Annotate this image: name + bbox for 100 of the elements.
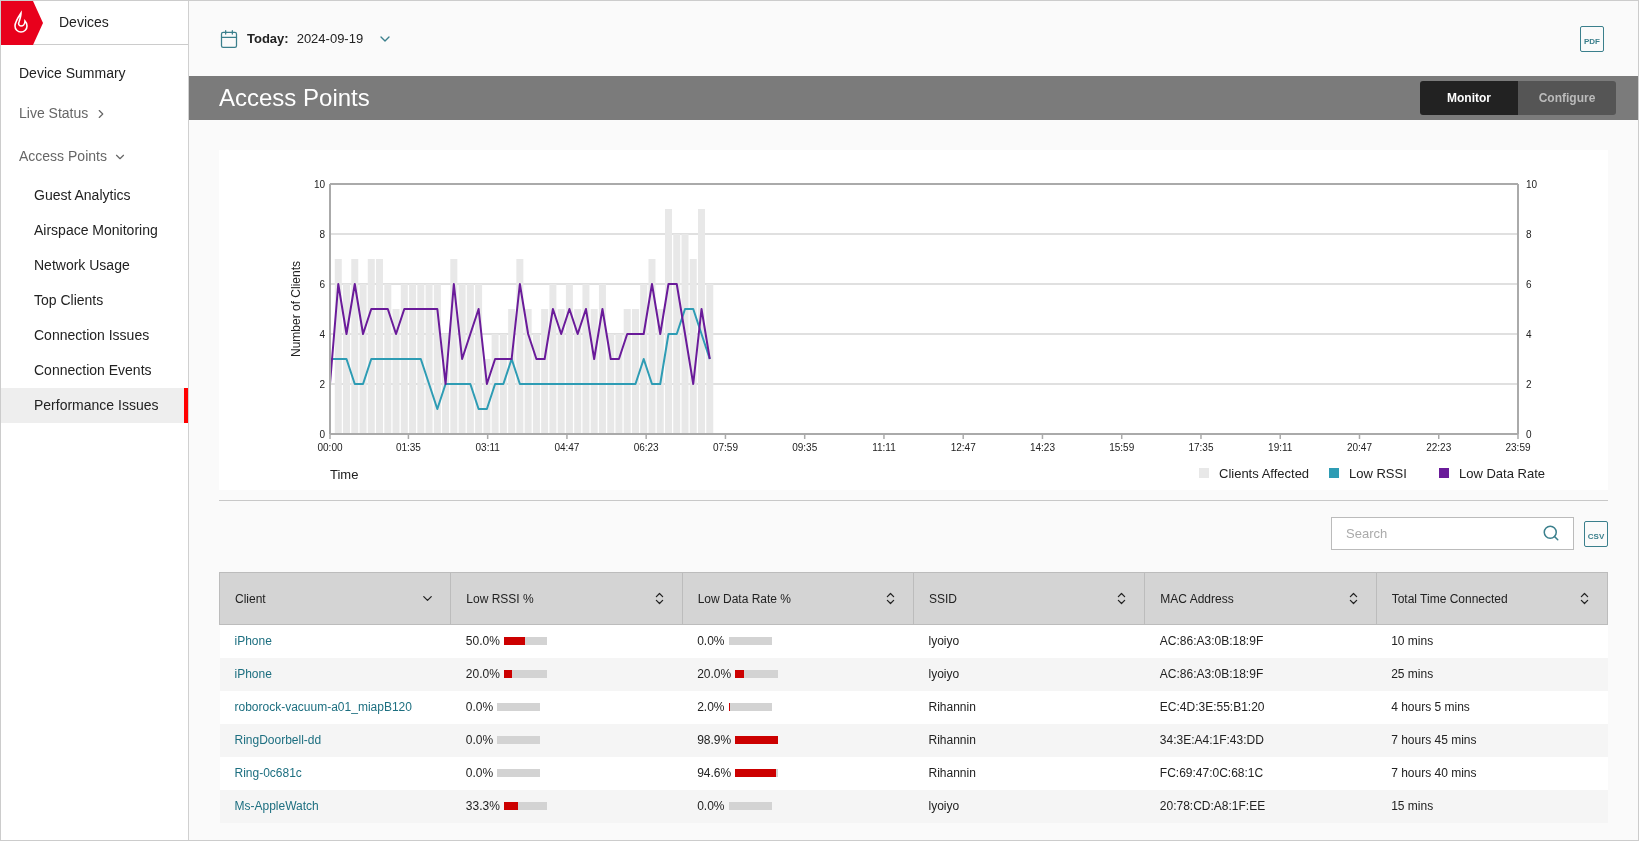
column-header[interactable]: SSID <box>913 572 1145 625</box>
x-tick-label: 01:35 <box>395 442 421 453</box>
column-header[interactable]: Low RSSI % <box>450 572 683 625</box>
x-tick-label: 03:11 <box>475 442 500 453</box>
table-cell: 34:3E:A4:1F:43:DD <box>1144 723 1377 757</box>
x-axis-label: Time <box>330 467 359 482</box>
x-tick-label: 14:23 <box>1029 442 1055 453</box>
sidebar-item[interactable]: Top Clients <box>1 283 188 318</box>
legend-item: Low RSSI <box>1329 466 1407 481</box>
x-tick-label: 07:59 <box>712 442 738 453</box>
legend-label: Low RSSI <box>1349 466 1407 481</box>
x-tick-label: 20:47 <box>1346 442 1372 453</box>
percent-text: 50.0% <box>465 633 500 651</box>
y-tick-label: 0 <box>319 429 325 440</box>
search-icon <box>1542 524 1560 542</box>
table-cell: 7 hours 45 mins <box>1376 723 1608 757</box>
x-tick-label: 00:00 <box>317 442 343 453</box>
percent-text: 0.0% <box>465 765 494 782</box>
sidebar-group[interactable]: Live Status <box>1 92 188 135</box>
client-link[interactable]: iPhone <box>234 667 272 681</box>
table-cell: Rihannin <box>913 690 1145 724</box>
page-title: Access Points <box>219 83 370 113</box>
client-link[interactable]: Ring-0c681c <box>234 766 302 780</box>
column-header[interactable]: Total Time Connected <box>1376 572 1608 625</box>
percent-text: 0.0% <box>697 633 725 651</box>
legend-label: Low Data Rate <box>1459 466 1545 481</box>
date-picker[interactable]: Today: 2024-09-19 <box>219 28 394 49</box>
table-cell: 7 hours 40 mins <box>1376 756 1608 790</box>
x-tick-label: 17:35 <box>1188 442 1214 453</box>
sidebar-item[interactable]: Connection Events <box>1 353 188 388</box>
legend-item: Clients Affected <box>1199 466 1310 481</box>
table-cell: 15 mins <box>1376 789 1608 823</box>
percent-text: 98.9% <box>697 732 732 749</box>
y-axis-label: Number of Clients <box>289 261 303 357</box>
legend-label: Clients Affected <box>1219 466 1310 481</box>
sidebar-group[interactable]: Access Points <box>1 135 188 178</box>
mode-tab[interactable]: Configure <box>1518 81 1616 115</box>
y-tick-label: 8 <box>319 229 325 240</box>
client-link[interactable]: roborock-vacuum-a01_miapB120 <box>234 700 412 714</box>
client-link[interactable]: Ms-AppleWatch <box>234 799 319 813</box>
table-cell: 4 hours 5 mins <box>1376 690 1608 724</box>
x-tick-label: 11:11 <box>872 442 896 453</box>
column-header[interactable]: Client <box>219 572 451 625</box>
table-cell: 25 mins <box>1376 657 1608 691</box>
sidebar-item[interactable]: Device Summary <box>1 55 188 92</box>
table-cell: 20:78:CD:A8:1F:EE <box>1144 789 1377 823</box>
y-tick-label: 2 <box>319 379 325 390</box>
x-tick-label: 23:59 <box>1505 442 1531 453</box>
y-tick-label: 8 <box>1526 229 1532 240</box>
y-tick-label: 10 <box>1526 179 1538 190</box>
percent-text: 0.0% <box>465 732 494 749</box>
client-link[interactable]: iPhone <box>234 634 272 649</box>
y-tick-label: 6 <box>1526 279 1532 290</box>
y-tick-label: 2 <box>1526 379 1532 390</box>
calendar-icon <box>219 28 239 49</box>
table-cell: Rihannin <box>913 723 1145 757</box>
x-tick-label: 09:35 <box>792 442 818 453</box>
table-cell: lyoiyo <box>913 789 1145 823</box>
y-tick-label: 10 <box>313 179 325 190</box>
y-tick-label: 4 <box>319 329 325 340</box>
table-cell: 10 mins <box>1376 624 1608 658</box>
sidebar-item[interactable]: Network Usage <box>1 248 188 283</box>
client-link[interactable]: RingDoorbell-dd <box>234 733 322 747</box>
y-tick-label: 0 <box>1526 429 1532 440</box>
x-tick-label: 15:59 <box>1109 442 1135 453</box>
x-tick-label: 06:23 <box>633 442 659 453</box>
table-cell: Rihannin <box>913 756 1145 790</box>
csv-export-button[interactable]: CSV <box>1584 520 1608 547</box>
column-header[interactable]: Low Data Rate % <box>682 572 914 625</box>
sidebar-item[interactable]: Airspace Monitoring <box>1 213 188 248</box>
mode-tab[interactable]: Monitor <box>1420 81 1518 115</box>
x-tick-label: 12:47 <box>950 442 976 453</box>
percent-text: 2.0% <box>697 699 725 716</box>
percent-text: 94.6% <box>697 765 732 782</box>
percent-text: 20.0% <box>465 666 500 683</box>
search-field[interactable]: Search <box>1331 517 1574 550</box>
percent-text: 20.0% <box>697 666 732 683</box>
y-tick-label: 6 <box>319 279 325 290</box>
section-title: Devices <box>59 13 109 32</box>
percent-text: 0.0% <box>465 699 494 716</box>
pdf-export-button[interactable]: PDF <box>1580 25 1604 52</box>
date-label: Today: <box>247 29 289 48</box>
table-cell: lyoiyo <box>913 624 1145 658</box>
column-header[interactable]: MAC Address <box>1144 572 1377 625</box>
table-cell: EC:4D:3E:55:B1:20 <box>1144 690 1377 724</box>
y-tick-label: 4 <box>1526 329 1532 340</box>
x-tick-label: 04:47 <box>554 442 580 453</box>
table-cell: AC:86:A3:0B:18:9F <box>1144 657 1377 691</box>
sidebar-item[interactable]: Connection Issues <box>1 318 188 353</box>
date-value: 2024-09-19 <box>296 29 364 48</box>
table-cell: AC:86:A3:0B:18:9F <box>1144 624 1377 658</box>
sidebar-item[interactable]: Guest Analytics <box>1 178 188 213</box>
x-tick-label: 22:23 <box>1426 442 1452 453</box>
table-cell: lyoiyo <box>913 657 1145 691</box>
percent-text: 33.3% <box>465 798 500 815</box>
sidebar-item[interactable]: Performance Issues <box>1 388 188 423</box>
table-cell: FC:69:47:0C:68:1C <box>1144 756 1377 790</box>
x-tick-label: 19:11 <box>1268 442 1293 453</box>
percent-text: 0.0% <box>697 798 725 815</box>
legend-item: Low Data Rate <box>1439 466 1545 481</box>
